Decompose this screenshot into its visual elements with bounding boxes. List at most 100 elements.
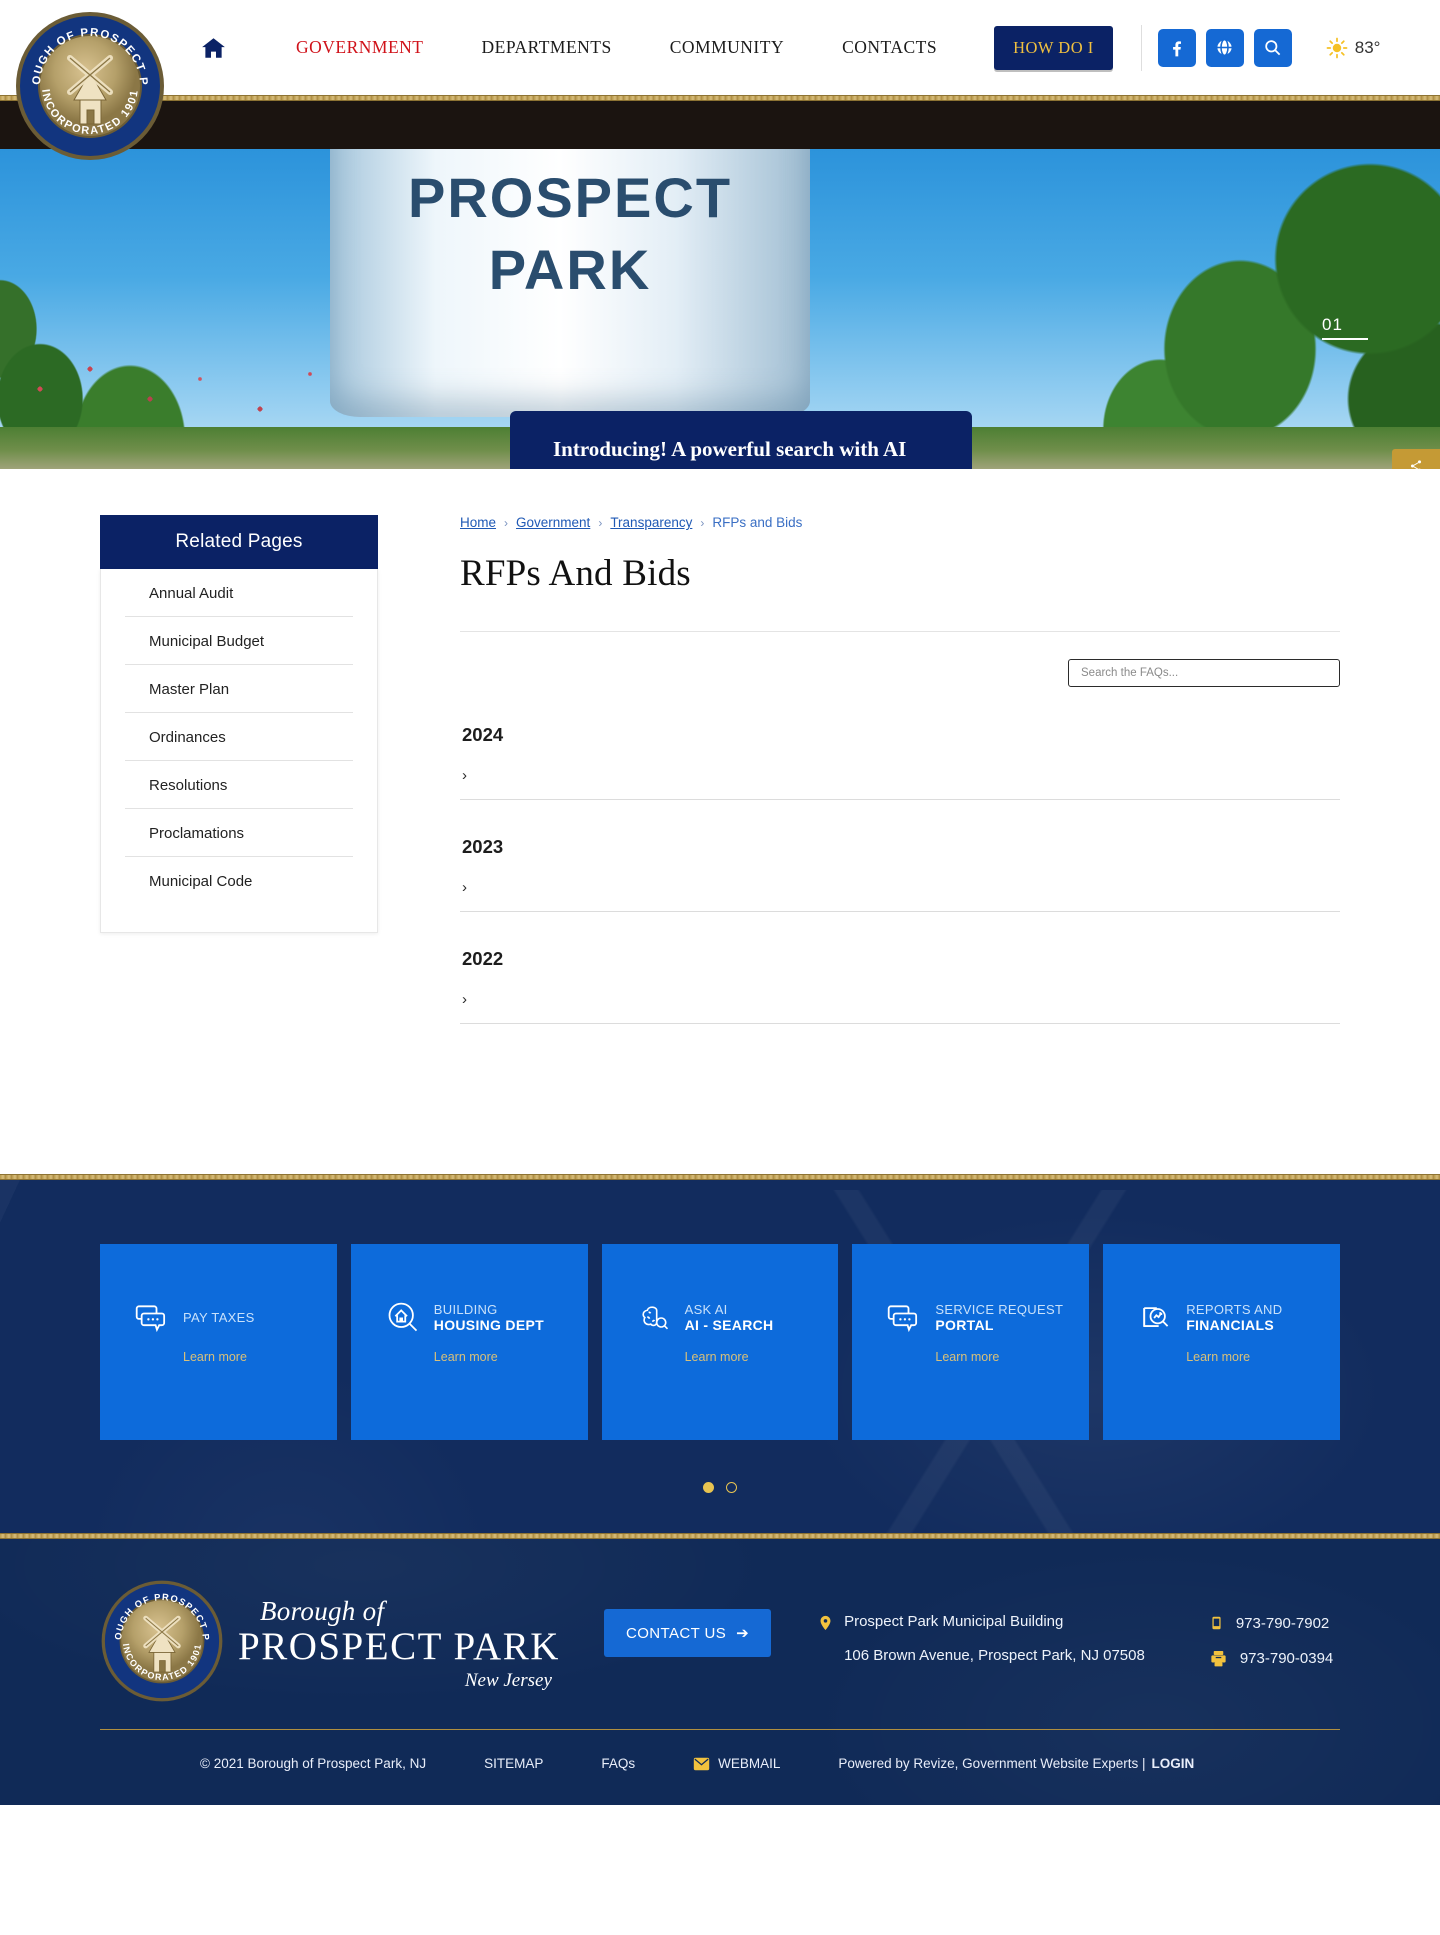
water-tower-line2: PARK bbox=[488, 238, 652, 301]
breadcrumb-separator: › bbox=[700, 515, 705, 530]
sun-icon bbox=[1326, 37, 1348, 58]
quicklink-learn-more[interactable]: Learn more bbox=[1103, 1350, 1340, 1364]
quicklink-building-housing-dept[interactable]: BUILDING HOUSING DEPT Learn more bbox=[350, 1244, 588, 1440]
breadcrumb-current: RFPs and Bids bbox=[712, 515, 803, 530]
phone-number[interactable]: 973-790-7902 bbox=[1236, 1615, 1329, 1632]
facebook-icon[interactable] bbox=[1157, 28, 1196, 67]
search-icon-glyph bbox=[1265, 40, 1281, 56]
sitemap-link[interactable]: SITEMAP bbox=[484, 1756, 543, 1771]
sidebar-item-annual-audit[interactable]: Annual Audit bbox=[125, 569, 353, 617]
quicklink-learn-more[interactable]: Learn more bbox=[351, 1350, 588, 1364]
webmail-link[interactable]: WEBMAIL bbox=[693, 1756, 780, 1771]
accordion-toggle-2024[interactable]: › bbox=[460, 746, 1340, 800]
quicklink-line1: PAY TAXES bbox=[183, 1310, 255, 1326]
share-tab[interactable]: SHARE bbox=[1392, 449, 1440, 469]
chat-bubbles-icon bbox=[888, 1305, 918, 1333]
accordion-toggle-2023[interactable]: › bbox=[460, 858, 1340, 912]
contact-us-label: CONTACT US bbox=[626, 1624, 727, 1642]
home-icon[interactable] bbox=[200, 35, 227, 61]
sidebar-item-municipal-code[interactable]: Municipal Code bbox=[125, 857, 353, 904]
search-input[interactable] bbox=[1068, 659, 1340, 687]
webmail-label: WEBMAIL bbox=[718, 1756, 781, 1771]
header-inner: GOVERNMENT DEPARTMENTS COMMUNITY CONTACT… bbox=[0, 0, 1440, 95]
how-do-i-button[interactable]: HOW DO I bbox=[994, 25, 1113, 70]
nav-item-government[interactable]: GOVERNMENT bbox=[267, 37, 453, 58]
nav-item-departments[interactable]: DEPARTMENTS bbox=[453, 37, 641, 58]
quicklink-labels: ASK AI AI - SEARCH bbox=[685, 1302, 774, 1335]
brand-line1: Borough of bbox=[260, 1596, 385, 1627]
breadcrumb-government[interactable]: Government bbox=[516, 515, 590, 530]
rfp-accordion: 2024 › 2023 › 2022 › bbox=[460, 724, 1340, 1024]
quicklink-line1: BUILDING bbox=[433, 1301, 498, 1317]
borough-seal-icon: BOROUGH OF PROSPECT PARK INCORPORATED 19… bbox=[100, 1579, 223, 1702]
breadcrumb-separator: › bbox=[504, 515, 509, 530]
quicklink-labels: BUILDING HOUSING DEPT bbox=[434, 1302, 544, 1335]
accordion-group-2023: 2023 › bbox=[460, 836, 1340, 912]
quicklink-line1: SERVICE REQUEST bbox=[935, 1301, 1064, 1317]
main-content: Related Pages Annual Audit Municipal Bud… bbox=[0, 469, 1440, 1174]
globe-icon[interactable] bbox=[1205, 28, 1244, 67]
site-footer: BOROUGH OF PROSPECT PARK INCORPORATED 19… bbox=[0, 1539, 1440, 1805]
copyright: © 2021 Borough of Prospect Park, NJ bbox=[200, 1756, 427, 1771]
sidebar-item-proclamations[interactable]: Proclamations bbox=[125, 809, 353, 857]
quicklinks-grid: PAY TAXES Learn more BUILDING HOUSING DE… bbox=[100, 1244, 1340, 1440]
site-logo[interactable]: BOROUGH OF PROSPECT PARK INCORPORATED 19… bbox=[14, 10, 166, 162]
login-link[interactable]: LOGIN bbox=[1152, 1756, 1195, 1771]
nav-item-contacts[interactable]: CONTACTS bbox=[813, 37, 966, 58]
quicklink-learn-more[interactable]: Learn more bbox=[852, 1350, 1089, 1364]
quicklink-top: PAY TAXES bbox=[100, 1300, 337, 1336]
water-tower-line1: PROSPECT bbox=[407, 166, 733, 229]
sidebar-item-resolutions[interactable]: Resolutions bbox=[125, 761, 353, 809]
title-divider bbox=[460, 631, 1340, 632]
weather-widget[interactable]: 83° bbox=[1326, 37, 1381, 59]
fax-icon bbox=[1211, 1650, 1226, 1667]
breadcrumb-transparency[interactable]: Transparency bbox=[610, 515, 692, 530]
brand-line3: New Jersey bbox=[464, 1669, 552, 1691]
footer-phones: 973-790-7902 973-790-0394 bbox=[1209, 1613, 1333, 1668]
quicklink-ask-ai-search[interactable]: ASK AI AI - SEARCH Learn more bbox=[601, 1244, 839, 1440]
hero-banner: PROSPECT PARK 01 Introducing! A powerful… bbox=[0, 101, 1440, 469]
address-building: Prospect Park Municipal Building bbox=[844, 1613, 1064, 1630]
sitemap-label: SITEMAP bbox=[484, 1756, 544, 1771]
powered-by: Powered by Revize, Government Website Ex… bbox=[838, 1756, 1146, 1771]
hero-top-strip bbox=[0, 101, 1440, 149]
accordion-year-2024: 2024 bbox=[462, 724, 504, 745]
brain-magnifier-icon bbox=[641, 1306, 668, 1330]
quicklink-service-request-portal[interactable]: SERVICE REQUEST PORTAL Learn more bbox=[852, 1244, 1090, 1440]
accordion-year-2023: 2023 bbox=[462, 836, 504, 857]
carousel-dots bbox=[0, 1482, 1440, 1493]
contact-us-button[interactable]: CONTACT US ➔ bbox=[604, 1609, 772, 1657]
quicklink-line2: PORTAL bbox=[935, 1317, 994, 1334]
chevron-right-icon: › bbox=[462, 991, 467, 1008]
carousel-dot-2[interactable] bbox=[726, 1482, 737, 1493]
quicklink-pay-taxes[interactable]: PAY TAXES Learn more bbox=[100, 1244, 337, 1440]
fax-line: 973-790-0394 bbox=[1209, 1649, 1333, 1668]
carousel-dot-1[interactable] bbox=[703, 1482, 714, 1493]
hero-flowers bbox=[0, 329, 520, 449]
accordion-group-2022: 2022 › bbox=[460, 948, 1340, 1024]
temperature-value: 83° bbox=[1354, 37, 1381, 57]
sidebar-item-ordinances[interactable]: Ordinances bbox=[125, 713, 353, 761]
page-content: Home › Government › Transparency › RFPs … bbox=[460, 515, 1340, 1024]
quicklink-labels: SERVICE REQUEST PORTAL bbox=[935, 1302, 1063, 1335]
quicklink-labels: PAY TAXES bbox=[183, 1310, 255, 1326]
search-icon[interactable] bbox=[1253, 28, 1292, 67]
envelope-icon bbox=[693, 1757, 710, 1770]
accordion-year-2022: 2022 bbox=[462, 948, 504, 969]
accordion-spacer bbox=[460, 800, 1340, 836]
faqs-link[interactable]: FAQs bbox=[601, 1756, 635, 1771]
sidebar-item-municipal-budget[interactable]: Municipal Budget bbox=[125, 617, 353, 665]
nav-item-community[interactable]: COMMUNITY bbox=[641, 37, 813, 58]
sidebar-item-master-plan[interactable]: Master Plan bbox=[125, 665, 353, 713]
quicklink-reports-and-financials[interactable]: REPORTS AND FINANCIALS Learn more bbox=[1103, 1244, 1340, 1440]
house-magnifier-icon bbox=[388, 1302, 417, 1332]
quicklink-learn-more[interactable]: Learn more bbox=[100, 1350, 337, 1364]
related-pages-sidebar: Related Pages Annual Audit Municipal Bud… bbox=[100, 515, 378, 1024]
breadcrumb-home[interactable]: Home bbox=[460, 515, 496, 530]
chat-bubbles-icon bbox=[135, 1305, 166, 1333]
header-divider bbox=[1140, 24, 1142, 71]
accordion-toggle-2022[interactable]: › bbox=[460, 970, 1340, 1024]
quicklink-learn-more[interactable]: Learn more bbox=[602, 1350, 839, 1364]
address-street: 106 Brown Avenue, Prospect Park, NJ 0750… bbox=[844, 1647, 1145, 1664]
report-magnifier-icon bbox=[1143, 1307, 1169, 1327]
